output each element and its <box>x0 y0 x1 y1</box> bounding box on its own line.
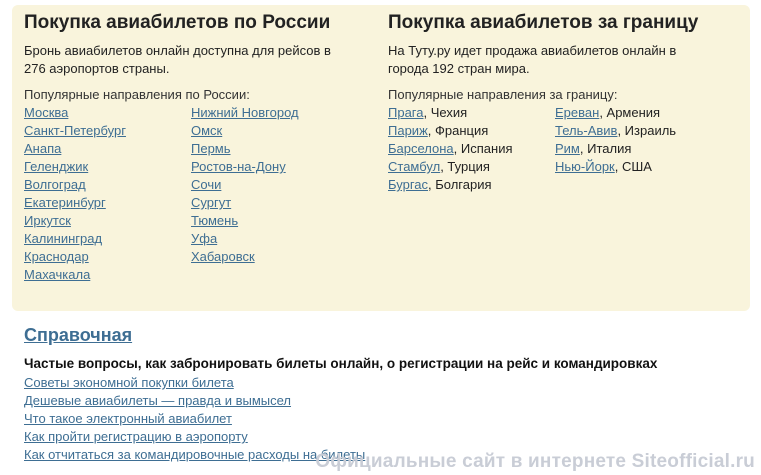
city-link[interactable]: Сургут <box>191 195 231 210</box>
abroad-city-list-2: Ереван, Армения Тель-Авив, Израиль Рим, … <box>555 104 676 176</box>
country-label: , Турция <box>440 159 490 174</box>
abroad-title: Покупка авиабилетов за границу <box>388 12 699 33</box>
reference-link[interactable]: Как отчитаться за командировочные расход… <box>24 447 365 462</box>
country-label: , Италия <box>579 141 632 156</box>
list-item: Краснодар <box>24 248 126 266</box>
city-link[interactable]: Нижний Новгород <box>191 105 299 120</box>
list-item: Тюмень <box>191 212 299 230</box>
city-link[interactable]: Санкт-Петербург <box>24 123 126 138</box>
city-link[interactable]: Барселона <box>388 141 454 156</box>
russia-city-list-2: Нижний Новгород Омск Пермь Ростов-на-Дон… <box>191 104 299 266</box>
list-item: Москва <box>24 104 126 122</box>
reference-section: Справочная Частые вопросы, как заброниро… <box>24 323 754 464</box>
city-link[interactable]: Краснодар <box>24 249 89 264</box>
city-link[interactable]: Калининград <box>24 231 102 246</box>
city-link[interactable]: Иркутск <box>24 213 71 228</box>
abroad-description: На Туту.ру идет продажа авиабилетов онла… <box>388 43 677 76</box>
list-item: Калининград <box>24 230 126 248</box>
list-item: Санкт-Петербург <box>24 122 126 140</box>
city-link[interactable]: Нью-Йорк <box>555 159 615 174</box>
list-item: Советы экономной покупки билета <box>24 374 754 392</box>
list-item: Волгоград <box>24 176 126 194</box>
city-link[interactable]: Волгоград <box>24 177 86 192</box>
city-link[interactable]: Ереван <box>555 105 599 120</box>
city-link[interactable]: Ростов-на-Дону <box>191 159 286 174</box>
city-link[interactable]: Омск <box>191 123 222 138</box>
russia-popular-label: Популярные направления по России: <box>24 87 250 102</box>
abroad-city-list-1: Прага, Чехия Париж, Франция Барселона, И… <box>388 104 513 194</box>
list-item: Нью-Йорк, США <box>555 158 676 176</box>
list-item: Геленджик <box>24 158 126 176</box>
list-item: Ереван, Армения <box>555 104 676 122</box>
list-item: Как пройти регистрацию в аэропорту <box>24 428 754 446</box>
city-link[interactable]: Тюмень <box>191 213 238 228</box>
list-item: Сургут <box>191 194 299 212</box>
russia-title: Покупка авиабилетов по России <box>24 12 331 33</box>
country-label: , США <box>614 159 652 174</box>
destinations-panel: Покупка авиабилетов по России Бронь авиа… <box>12 5 750 311</box>
country-label: , Болгария <box>428 177 492 192</box>
city-link[interactable]: Бургас <box>388 177 428 192</box>
list-item: Хабаровск <box>191 248 299 266</box>
city-link[interactable]: Прага <box>388 105 424 120</box>
list-item: Екатеринбург <box>24 194 126 212</box>
list-item: Уфа <box>191 230 299 248</box>
list-item: Стамбул, Турция <box>388 158 513 176</box>
city-link[interactable]: Геленджик <box>24 159 88 174</box>
russia-description: Бронь авиабилетов онлайн доступна для ре… <box>24 43 331 76</box>
list-item: Дешевые авиабилеты — правда и вымысел <box>24 392 754 410</box>
city-link[interactable]: Уфа <box>191 231 217 246</box>
city-link[interactable]: Анапа <box>24 141 61 156</box>
city-link[interactable]: Москва <box>24 105 68 120</box>
list-item: Тель-Авив, Израиль <box>555 122 676 140</box>
country-label: , Израиль <box>617 123 677 138</box>
country-label: , Армения <box>599 105 661 120</box>
city-link[interactable]: Стамбул <box>388 159 440 174</box>
list-item: Омск <box>191 122 299 140</box>
city-link[interactable]: Хабаровск <box>191 249 255 264</box>
country-label: , Чехия <box>423 105 468 120</box>
country-label: , Испания <box>453 141 513 156</box>
city-link[interactable]: Сочи <box>191 177 221 192</box>
list-item: Париж, Франция <box>388 122 513 140</box>
reference-link[interactable]: Советы экономной покупки билета <box>24 375 234 390</box>
list-item: Бургас, Болгария <box>388 176 513 194</box>
city-link[interactable]: Махачкала <box>24 267 90 282</box>
abroad-popular-label: Популярные направления за границу: <box>388 87 618 102</box>
page: Покупка авиабилетов по России Бронь авиа… <box>0 0 761 475</box>
faq-heading: Частые вопросы, как забронировать билеты… <box>24 356 658 371</box>
city-link[interactable]: Пермь <box>191 141 231 156</box>
list-item: Анапа <box>24 140 126 158</box>
list-item: Ростов-на-Дону <box>191 158 299 176</box>
country-label: , Франция <box>427 123 489 138</box>
list-item: Рим, Италия <box>555 140 676 158</box>
reference-link[interactable]: Как пройти регистрацию в аэропорту <box>24 429 248 444</box>
list-item: Нижний Новгород <box>191 104 299 122</box>
city-link[interactable]: Екатеринбург <box>24 195 106 210</box>
city-link[interactable]: Рим <box>555 141 580 156</box>
city-link[interactable]: Париж <box>388 123 428 138</box>
reference-link[interactable]: Что такое электронный авиабилет <box>24 411 232 426</box>
list-item: Махачкала <box>24 266 126 284</box>
list-item: Иркутск <box>24 212 126 230</box>
list-item: Прага, Чехия <box>388 104 513 122</box>
reference-link[interactable]: Дешевые авиабилеты — правда и вымысел <box>24 393 291 408</box>
watermark: Официальные сайт в интернете Siteofficia… <box>315 451 755 472</box>
russia-city-list-1: Москва Санкт-Петербург Анапа Геленджик В… <box>24 104 126 284</box>
reference-title-link[interactable]: Справочная <box>24 323 754 347</box>
list-item: Что такое электронный авиабилет <box>24 410 754 428</box>
list-item: Пермь <box>191 140 299 158</box>
city-link[interactable]: Тель-Авив <box>555 123 617 138</box>
list-item: Барселона, Испания <box>388 140 513 158</box>
list-item: Сочи <box>191 176 299 194</box>
